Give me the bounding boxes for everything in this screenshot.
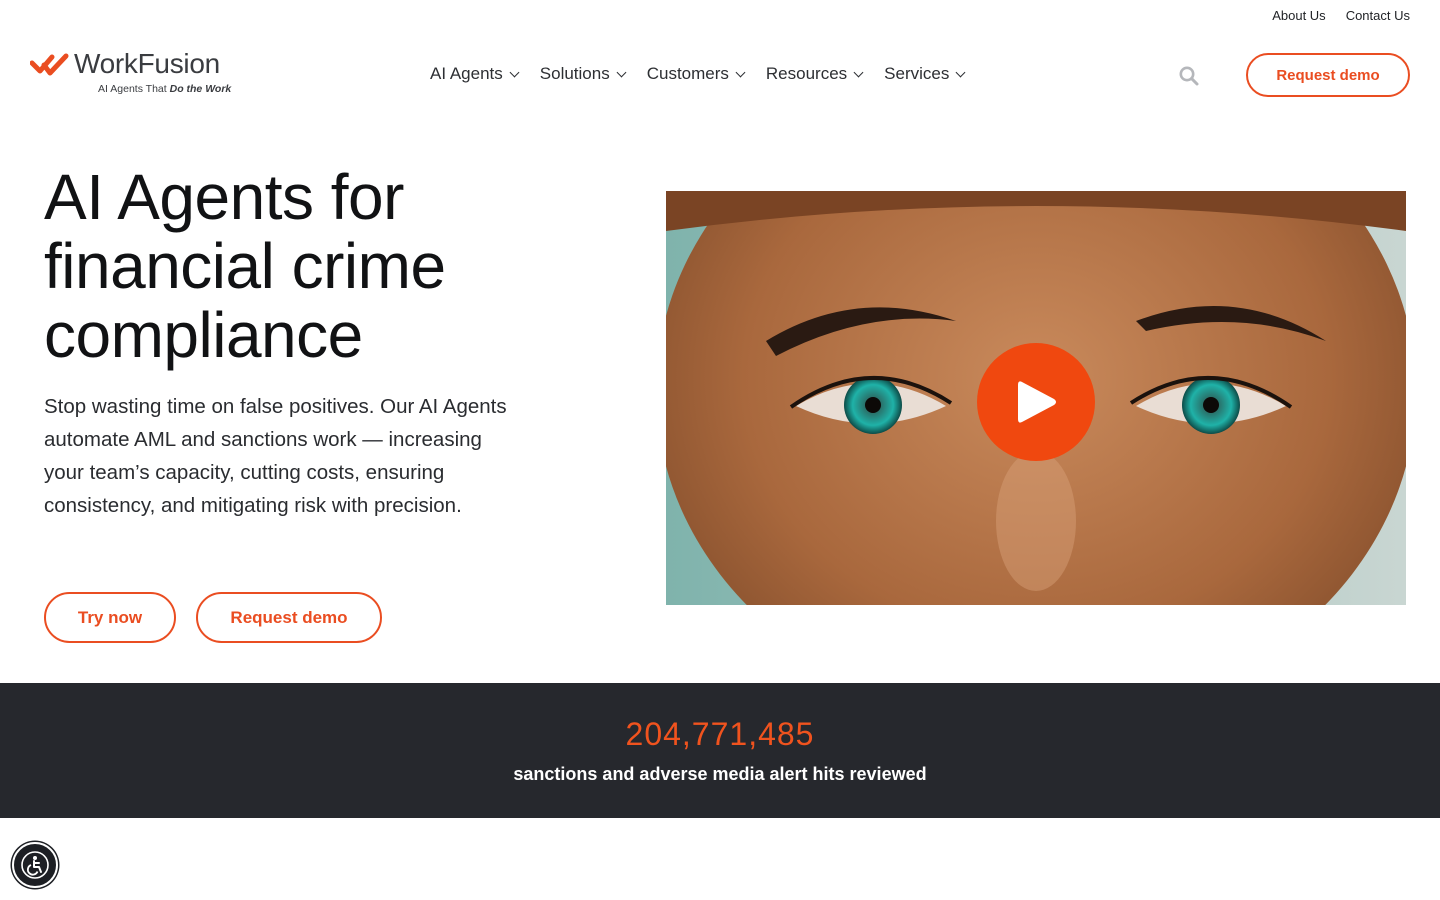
- nav-item-customers[interactable]: Customers: [646, 64, 746, 84]
- nav-item-label: Customers: [646, 64, 729, 83]
- nav-item-label: AI Agents: [430, 64, 503, 83]
- nav-item-solutions[interactable]: Solutions: [539, 64, 627, 84]
- chevron-down-icon: [853, 67, 864, 77]
- nav-item-label: Solutions: [539, 64, 610, 83]
- stat-number: 204,771,485: [625, 716, 815, 752]
- search-button[interactable]: [1178, 65, 1200, 87]
- request-demo-hero-button[interactable]: Request demo: [196, 592, 382, 643]
- main-nav: AI Agents Solutions Customers Resources …: [430, 64, 966, 84]
- chevron-down-icon: [735, 67, 746, 77]
- stat-label: sanctions and adverse media alert hits r…: [513, 764, 927, 784]
- search-icon: [1179, 66, 1199, 86]
- chevron-down-icon: [509, 67, 520, 77]
- chevron-down-icon: [616, 67, 627, 77]
- workfusion-logo[interactable]: WorkFusion AI Agents That Do the Work: [30, 48, 240, 98]
- logo-wordmark: WorkFusion: [74, 48, 220, 79]
- logo-tagline: AI Agents That Do the Work: [98, 83, 231, 95]
- about-us-link[interactable]: About Us: [1272, 8, 1325, 23]
- play-icon: [1018, 381, 1056, 423]
- accessibility-button[interactable]: [12, 842, 58, 888]
- contact-us-link[interactable]: Contact Us: [1346, 8, 1410, 23]
- play-button[interactable]: [977, 343, 1095, 461]
- hero-subtitle: Stop wasting time on false positives. Ou…: [44, 395, 507, 517]
- logo-tagline-prefix: AI Agents That: [98, 83, 167, 95]
- nav-item-ai-agents[interactable]: AI Agents: [430, 64, 520, 84]
- chevron-down-icon: [955, 67, 966, 77]
- try-now-button[interactable]: Try now: [44, 592, 176, 643]
- nav-item-label: Services: [884, 64, 950, 83]
- hero-title: AI Agents for financial crime compliance: [44, 161, 446, 371]
- utility-nav: About Us Contact Us: [1272, 8, 1410, 23]
- request-demo-header-button[interactable]: Request demo: [1246, 53, 1410, 97]
- nav-item-resources[interactable]: Resources: [765, 64, 864, 84]
- nav-item-services[interactable]: Services: [884, 64, 966, 84]
- logo-tagline-emphasis: Do the Work: [169, 83, 232, 95]
- workfusion-logo-mark-icon: [30, 53, 69, 76]
- nav-item-label: Resources: [765, 64, 848, 83]
- hero-video[interactable]: [666, 191, 1406, 605]
- stats-band: 204,771,485 sanctions and adverse media …: [0, 683, 1440, 818]
- accessibility-icon: [21, 851, 49, 879]
